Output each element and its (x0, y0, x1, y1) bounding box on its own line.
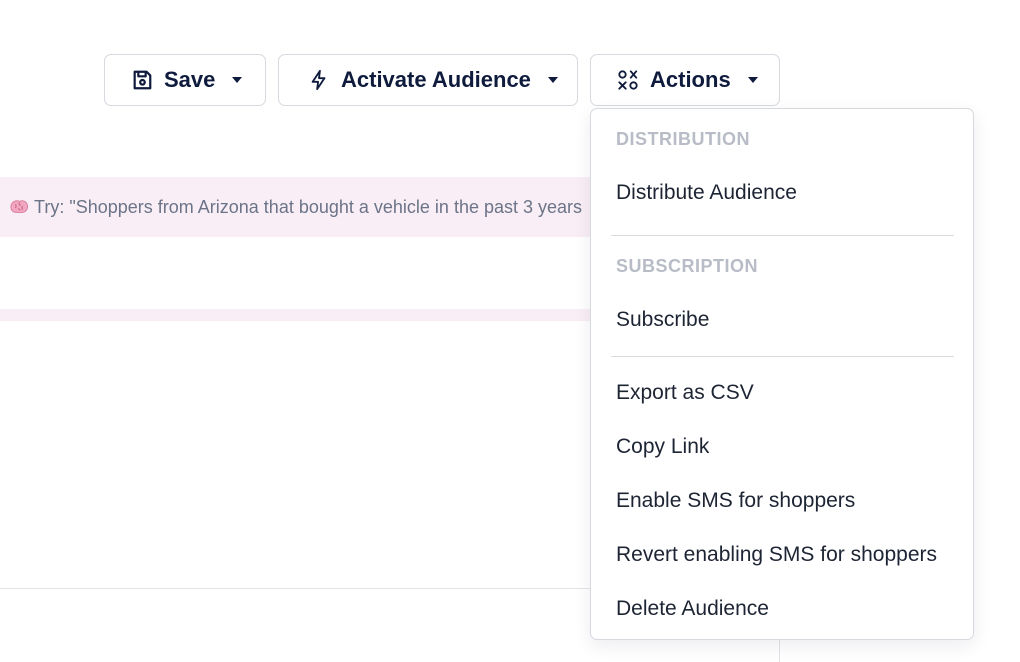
distribute-audience-item[interactable]: Distribute Audience (616, 181, 797, 205)
delete-audience-item[interactable]: Delete Audience (616, 597, 769, 621)
brain-icon (8, 198, 30, 216)
save-button-label: Save (164, 67, 216, 92)
activate-audience-label: Activate Audience (341, 67, 531, 92)
floppy-disk-icon (130, 68, 154, 92)
enable-sms-item[interactable]: Enable SMS for shoppers (616, 489, 855, 513)
actions-button[interactable]: Actions (590, 54, 780, 106)
subscription-section-header: SUBSCRIPTION (616, 256, 759, 276)
save-button[interactable]: Save (104, 54, 266, 106)
actions-dropdown-menu: DISTRIBUTION Distribute Audience SUBSCRI… (590, 108, 974, 640)
copy-link-item[interactable]: Copy Link (616, 435, 709, 459)
prompt-hint-banner: Try: "Shoppers from Arizona that bought … (0, 177, 600, 237)
caret-down-icon (747, 76, 759, 84)
audience-builder-page: Save Activate Audience Actions Try: "Sho… (0, 0, 1020, 662)
export-csv-item[interactable]: Export as CSV (616, 381, 754, 405)
revert-sms-item[interactable]: Revert enabling SMS for shoppers (616, 543, 937, 567)
prompt-input-strip[interactable] (0, 309, 600, 321)
lightning-bolt-icon (307, 68, 331, 92)
distribution-section-header: DISTRIBUTION (616, 129, 750, 149)
caret-down-icon (231, 76, 243, 84)
actions-button-label: Actions (650, 67, 731, 92)
subscribe-item[interactable]: Subscribe (616, 308, 709, 332)
caret-down-icon (547, 76, 559, 84)
activate-audience-button[interactable]: Activate Audience (278, 54, 578, 106)
menu-divider (611, 356, 954, 357)
prompt-hint-text: Try: "Shoppers from Arizona that bought … (34, 196, 583, 217)
shapes-icon (616, 68, 640, 92)
menu-divider (611, 235, 954, 236)
